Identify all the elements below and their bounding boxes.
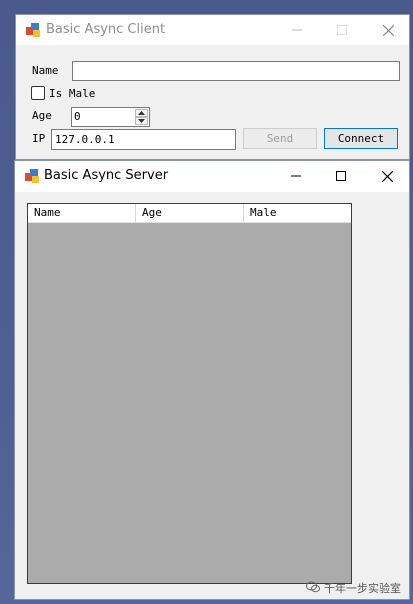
maximize-icon[interactable] (327, 19, 357, 41)
listview-header: Name Age Male (28, 204, 351, 223)
server-titlebar[interactable]: Basic Async Server (15, 161, 409, 192)
column-header-age[interactable]: Age (136, 204, 244, 222)
server-window: Basic Async Server Name Age Male (14, 160, 410, 600)
age-value: 0 (74, 110, 81, 123)
column-header-male[interactable]: Male (244, 204, 351, 222)
ip-label: IP (32, 132, 46, 145)
name-field[interactable] (72, 61, 400, 81)
name-label: Name (32, 64, 59, 77)
age-label: Age (32, 109, 52, 122)
ip-field[interactable]: 127.0.0.1 (51, 129, 236, 150)
client-titlebar[interactable]: Basic Async Client (16, 15, 409, 45)
app-icon (24, 168, 40, 184)
watermark-text: 千年一步实验室 (324, 582, 401, 595)
client-window: Basic Async Client Name Is Male Age 0 IP… (15, 14, 410, 160)
close-icon[interactable] (373, 19, 403, 41)
age-stepper[interactable]: 0 (71, 107, 150, 127)
connect-button[interactable]: Connect (324, 128, 398, 149)
client-title: Basic Async Client (46, 22, 166, 37)
minimize-icon[interactable] (282, 19, 312, 41)
send-button[interactable]: Send (243, 128, 317, 149)
checkbox-box[interactable] (31, 86, 45, 100)
watermark: 千年一步实验室 (306, 580, 401, 596)
app-icon (25, 22, 41, 38)
stepper-up-icon[interactable] (135, 109, 148, 117)
desktop: { "client": { "title": "Basic Async Clie… (0, 0, 413, 604)
close-icon[interactable] (372, 165, 402, 187)
stepper-down-icon[interactable] (135, 117, 148, 125)
wechat-icon (306, 581, 320, 596)
maximize-icon[interactable] (326, 165, 356, 187)
minimize-icon[interactable] (281, 165, 311, 187)
server-title: Basic Async Server (44, 168, 169, 183)
column-header-name[interactable]: Name (28, 204, 136, 222)
clients-listview[interactable]: Name Age Male (27, 203, 352, 584)
is-male-checkbox[interactable]: Is Male (31, 86, 95, 100)
is-male-label: Is Male (49, 86, 96, 100)
